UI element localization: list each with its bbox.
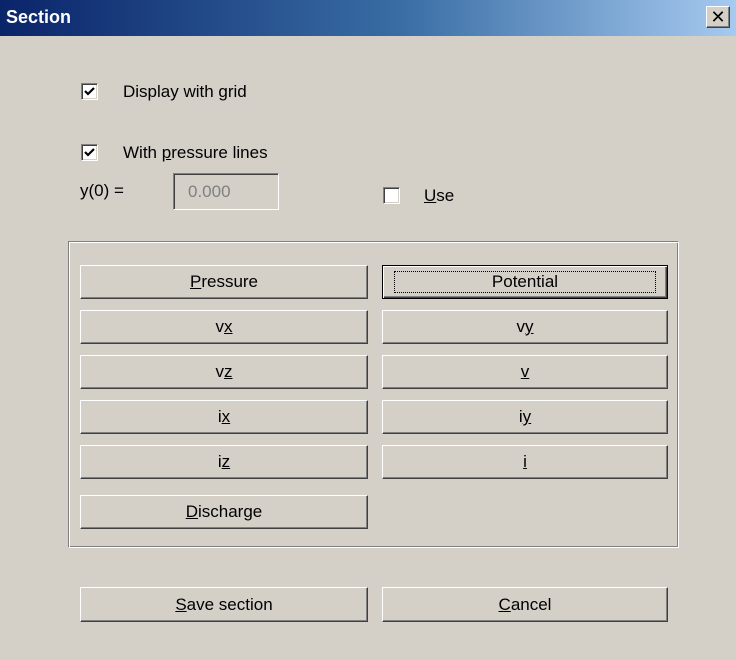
vz-button[interactable]: vz xyxy=(80,355,368,389)
v-accel: v xyxy=(520,362,530,381)
cancel-rest: ancel xyxy=(510,594,552,614)
save-section-label: Save section xyxy=(175,595,272,615)
pressure-label: Pressure xyxy=(190,272,258,292)
vx-label: vx xyxy=(216,317,233,337)
iy-label: iy xyxy=(519,407,531,427)
title-bar: Section ✕ xyxy=(0,0,736,36)
iz-button[interactable]: iz xyxy=(80,445,368,479)
close-button[interactable]: ✕ xyxy=(706,6,730,28)
checkmark-icon xyxy=(84,148,95,157)
y0-field[interactable]: 0.000 xyxy=(173,173,279,210)
v-label: v xyxy=(521,362,530,382)
pressure-accel: P xyxy=(189,272,202,291)
potential-label: Potential xyxy=(394,271,656,293)
ix-button[interactable]: ix xyxy=(80,400,368,434)
window-title: Section xyxy=(6,7,72,27)
vz-pre: v xyxy=(215,362,225,381)
checkmark-icon xyxy=(84,87,95,96)
discharge-label: Discharge xyxy=(186,502,263,522)
pressure-lines-label-post: ressure lines xyxy=(171,143,268,162)
vy-pre: v xyxy=(516,317,526,336)
vx-accel: x xyxy=(224,317,233,336)
pressure-rest: ressure xyxy=(201,272,259,291)
iy-accel: y xyxy=(522,407,532,426)
vx-button[interactable]: vx xyxy=(80,310,368,344)
save-section-button[interactable]: Save section xyxy=(80,587,368,622)
potential-button[interactable]: Potential xyxy=(382,265,668,299)
cancel-button[interactable]: Cancel xyxy=(382,587,668,622)
iz-label: iz xyxy=(218,452,230,472)
vz-accel: z xyxy=(224,362,233,381)
use-label-post: se xyxy=(436,186,455,205)
y0-label: y(0) = xyxy=(80,181,124,200)
vy-label: vy xyxy=(517,317,534,337)
vz-label: vz xyxy=(216,362,233,382)
vy-accel: y xyxy=(525,317,534,336)
pressure-lines-accel: p xyxy=(161,143,172,162)
iy-button[interactable]: iy xyxy=(382,400,668,434)
display-grid-label: Display with grid xyxy=(123,82,247,101)
display-grid-checkbox[interactable] xyxy=(81,83,98,100)
vy-button[interactable]: vy xyxy=(382,310,668,344)
pressure-button[interactable]: Pressure xyxy=(80,265,368,299)
close-icon: ✕ xyxy=(710,7,726,27)
use-checkbox[interactable] xyxy=(383,187,400,204)
i-label: i xyxy=(523,452,527,472)
i-button[interactable]: i xyxy=(382,445,668,479)
discharge-rest: ischarge xyxy=(198,502,263,521)
discharge-accel: D xyxy=(185,502,198,521)
use-label: Use xyxy=(424,186,454,206)
discharge-button[interactable]: Discharge xyxy=(80,495,368,529)
pressure-lines-label: With pressure lines xyxy=(123,143,268,163)
save-section-rest: ave section xyxy=(186,594,273,614)
ix-label: ix xyxy=(218,407,230,427)
pressure-lines-label-pre: With xyxy=(123,143,162,162)
vx-pre: v xyxy=(215,317,225,336)
use-accel: U xyxy=(424,186,437,205)
cancel-accel: C xyxy=(498,594,511,614)
pressure-lines-checkbox[interactable] xyxy=(81,144,98,161)
ix-accel: x xyxy=(221,407,231,426)
iz-accel: z xyxy=(221,452,231,471)
i-accel: i xyxy=(523,452,527,471)
cancel-label: Cancel xyxy=(499,595,552,615)
save-section-accel: S xyxy=(175,594,187,614)
v-button[interactable]: v xyxy=(382,355,668,389)
